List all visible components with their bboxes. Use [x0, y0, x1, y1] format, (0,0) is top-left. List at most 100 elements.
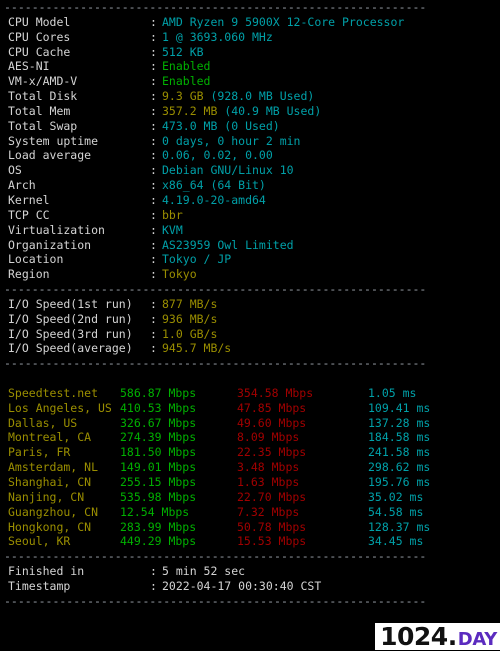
sysinfo-value: 4.19.0-20-amd64	[162, 192, 266, 207]
iospeed-value: 1.0 GB/s	[162, 326, 218, 341]
cell-upload-speed: 410.53 Mbps	[120, 400, 197, 415]
sysinfo-label: Location	[8, 252, 64, 267]
sysinfo-colon: :	[150, 178, 157, 193]
sysinfo-label: Virtualization	[8, 222, 105, 237]
sysinfo-value: 9.3 GB	[162, 89, 204, 104]
table-row: Nanjing, CN 535.98 Mbps 22.70 Mbps 35.02 ms	[0, 490, 500, 505]
footer-row: Timestamp:2022-04-17 00:30:40 CST	[0, 579, 500, 594]
sysinfo-label: AES-NI	[8, 59, 50, 74]
iospeed-colon: :	[150, 296, 157, 311]
divider-after-sysinfo: ----------------------------------------…	[4, 282, 427, 297]
footer-row: Finished in:5 min 52 sec	[0, 564, 500, 579]
cell-latency: 128.37 ms	[368, 519, 431, 534]
footer-value: 2022-04-17 00:30:40 CST	[162, 578, 322, 593]
cell-download-speed: 49.60 Mbps	[237, 415, 307, 430]
iospeed-label: I/O Speed(3rd run)	[8, 326, 133, 341]
system-info-section: CPU Model: AMD Ryzen 9 5900X 12-Core Proc…	[0, 15, 500, 282]
divider-bottom: ----------------------------------------…	[4, 593, 427, 608]
iospeed-colon: :	[150, 326, 157, 341]
terminal-window: ----------------------------------------…	[0, 0, 500, 650]
iospeed-value: 936 MB/s	[162, 311, 218, 326]
cell-upload-speed: 283.99 Mbps	[120, 519, 197, 534]
cell-download-speed: 15.53 Mbps	[237, 534, 307, 549]
sysinfo-value-secondary: (40.9 MB Used)	[217, 103, 322, 118]
speedtest-results-table: Speedtest.net 586.87 Mbps 354.58 Mbps 1.05 …	[0, 386, 500, 549]
cell-upload-speed: 449.29 Mbps	[120, 534, 197, 549]
sysinfo-label: Kernel	[8, 192, 50, 207]
cell-upload-speed: 586.87 Mbps	[120, 385, 197, 400]
iospeed-row: I/O Speed(1st run):877 MB/s	[0, 297, 500, 312]
sysinfo-label: Total Swap	[8, 118, 78, 133]
sysinfo-row: Total Mem:357.2 MB (40.9 MB Used)	[0, 104, 500, 119]
cell-upload-speed: 326.67 Mbps	[120, 415, 197, 430]
sysinfo-colon: :	[150, 44, 157, 59]
sysinfo-value-secondary: (928.0 MB Used)	[203, 89, 315, 104]
sysinfo-colon: :	[150, 59, 157, 74]
iospeed-row: I/O Speed(2nd run):936 MB/s	[0, 312, 500, 327]
cell-upload-speed: 535.98 Mbps	[120, 489, 197, 504]
table-row: Shanghai, CN 255.15 Mbps 1.63 Mbps 195.76 m…	[0, 475, 500, 490]
cell-node-name: Seoul, KR	[8, 534, 71, 549]
sysinfo-value: 473.0 MB (0 Used)	[162, 118, 280, 133]
iospeed-label: I/O Speed(2nd run)	[8, 311, 133, 326]
io-speed-section: I/O Speed(1st run):877 MB/s I/O Speed(2nd…	[0, 297, 500, 356]
sysinfo-value: bbr	[162, 207, 183, 222]
sysinfo-label: VM-x/AMD-V	[8, 74, 78, 89]
iospeed-label: I/O Speed(1st run)	[8, 296, 133, 311]
sysinfo-value: 357.2 MB	[162, 103, 218, 118]
cell-latency: 34.45 ms	[368, 534, 424, 549]
sysinfo-value: 0.06, 0.02, 0.00	[162, 148, 273, 163]
iospeed-value: 945.7 MB/s	[162, 341, 232, 356]
sysinfo-colon: :	[150, 89, 157, 104]
cell-download-speed: 22.35 Mbps	[237, 445, 307, 460]
cell-node-name: Shanghai, CN	[8, 475, 92, 489]
cell-download-speed: 47.85 Mbps	[237, 400, 307, 415]
sysinfo-row: Kernel:4.19.0-20-amd64	[0, 193, 500, 208]
cell-upload-speed: 181.50 Mbps	[120, 445, 197, 460]
cell-latency: 1.05 ms	[368, 385, 417, 400]
sysinfo-row: VM-x/AMD-V: Enabled	[0, 74, 500, 89]
sysinfo-row: CPU Model: AMD Ryzen 9 5900X 12-Core Proc…	[0, 15, 500, 30]
divider-after-iospeed: ----------------------------------------…	[4, 356, 427, 371]
table-row: Dallas, US 326.67 Mbps 49.60 Mbps 137.28 ms	[0, 416, 500, 431]
sysinfo-row: AES-NI: Enabled	[0, 59, 500, 74]
sysinfo-value: AMD Ryzen 9 5900X 12-Core Processor	[162, 14, 405, 29]
footer-colon: :	[150, 578, 157, 593]
sysinfo-row: Region: Tokyo	[0, 267, 500, 282]
sysinfo-label: Region	[8, 267, 50, 282]
sysinfo-label: Arch	[8, 178, 36, 193]
cell-latency: 298.62 ms	[368, 460, 431, 475]
table-row: Los Angeles, US 410.53 Mbps 47.85 Mbps 109.…	[0, 401, 500, 416]
sysinfo-value: x86_64 (64 Bit)	[162, 178, 266, 193]
sysinfo-colon: :	[150, 148, 157, 163]
sysinfo-label: Load average	[8, 148, 92, 163]
sysinfo-colon: :	[150, 163, 157, 178]
sysinfo-row: OS: Debian GNU/Linux 10	[0, 163, 500, 178]
iospeed-colon: :	[150, 311, 157, 326]
watermark-logo: 1024. DAY	[375, 623, 500, 650]
sysinfo-colon: :	[150, 29, 157, 44]
footer-label: Timestamp	[8, 578, 71, 593]
sysinfo-row: Total Swap:473.0 MB (0 Used)	[0, 119, 500, 134]
cell-node-name: Montreal, CA	[8, 430, 92, 445]
sysinfo-row: Load average:0.06, 0.02, 0.00	[0, 148, 500, 163]
cell-node-name: Hongkong, CN	[8, 519, 92, 534]
sysinfo-value: Tokyo	[162, 267, 197, 282]
footer-value: 5 min 52 sec	[162, 564, 246, 579]
table-row: Guangzhou, CN 12.54 Mbps 7.32 Mbps 54.58 ms	[0, 505, 500, 520]
cell-latency: 241.58 ms	[368, 445, 431, 460]
divider-after-speedtest: ----------------------------------------…	[4, 549, 427, 564]
cell-upload-speed: 12.54 Mbps	[120, 504, 190, 519]
sysinfo-value: Debian GNU/Linux 10	[162, 163, 294, 178]
cell-upload-speed: 255.15 Mbps	[120, 475, 197, 489]
sysinfo-label: Total Mem	[8, 103, 71, 118]
cell-latency: 109.41 ms	[368, 400, 431, 415]
sysinfo-value: Enabled	[162, 59, 211, 74]
footer-label: Finished in	[8, 564, 85, 579]
sysinfo-colon: :	[150, 207, 157, 222]
cell-node-name: Amsterdam, NL	[8, 460, 99, 475]
iospeed-value: 877 MB/s	[162, 296, 218, 311]
cell-node-name: Los Angeles, US	[8, 400, 112, 415]
cell-download-speed: 1.63 Mbps	[237, 475, 300, 489]
sysinfo-value: Tokyo / JP	[162, 252, 232, 267]
